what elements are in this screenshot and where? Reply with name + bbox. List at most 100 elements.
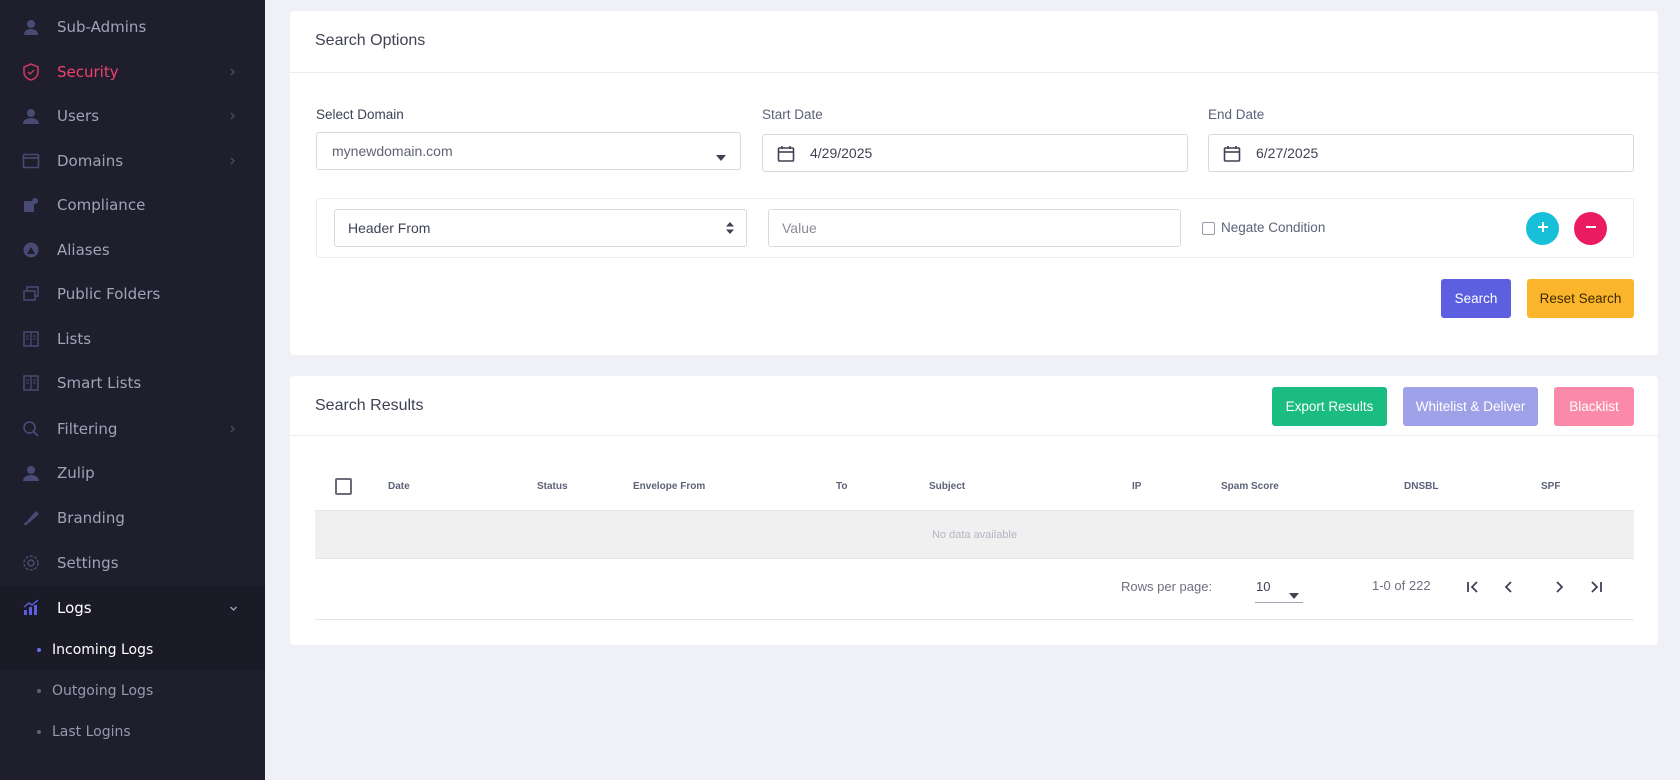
sidebar-item-label: Public Folders: [57, 285, 161, 303]
end-date-value: 6/27/2025: [1256, 145, 1319, 161]
sidebar-subitem-outgoing-logs[interactable]: Outgoing Logs: [0, 671, 265, 711]
users-icon: [20, 105, 42, 127]
first-page-icon: [1466, 580, 1480, 599]
sidebar-item-lists[interactable]: Lists: [0, 317, 265, 361]
column-header-spam-score[interactable]: Spam Score: [1221, 481, 1279, 492]
negate-checkbox[interactable]: [1202, 222, 1215, 235]
sidebar-subitem-label: Outgoing Logs: [52, 683, 154, 699]
shield-icon: [20, 61, 42, 83]
sidebar-item-label: Security: [57, 63, 119, 81]
calendar-icon: [777, 145, 795, 168]
sidebar-item-label: Lists: [57, 330, 92, 348]
start-date-field[interactable]: 4/29/2025: [762, 134, 1188, 172]
rows-per-page-select[interactable]: 10: [1255, 574, 1303, 603]
caret-down-icon: [1289, 586, 1299, 604]
sidebar-item-label: Zulip: [57, 464, 95, 482]
sidebar-item-label: Compliance: [57, 196, 146, 214]
chevron-right-icon: [227, 155, 239, 167]
blacklist-button[interactable]: Blacklist: [1554, 387, 1634, 426]
column-header-spf[interactable]: SPF: [1541, 481, 1560, 492]
folders-icon: [20, 283, 42, 305]
sidebar-item-logs[interactable]: Logs: [0, 586, 265, 630]
list-icon: [20, 328, 42, 350]
remove-condition-button[interactable]: [1574, 212, 1607, 245]
next-page-button[interactable]: [1547, 577, 1571, 601]
export-results-button[interactable]: Export Results: [1272, 387, 1387, 426]
sidebar-item-security[interactable]: Security: [0, 50, 265, 94]
sidebar-subitem-incoming-logs[interactable]: Incoming Logs: [0, 630, 265, 670]
sidebar-item-aliases[interactable]: Aliases: [0, 228, 265, 272]
chevron-right-icon: [1552, 580, 1566, 599]
column-header-ip[interactable]: IP: [1132, 481, 1141, 492]
previous-page-button[interactable]: [1497, 577, 1521, 601]
reset-search-button[interactable]: Reset Search: [1527, 279, 1634, 318]
sidebar-item-label: Smart Lists: [57, 374, 142, 392]
rows-per-page-value: 10: [1256, 579, 1271, 594]
whitelist-deliver-button[interactable]: Whitelist & Deliver: [1403, 387, 1538, 426]
column-header-status[interactable]: Status: [537, 481, 568, 492]
domain-select[interactable]: mynewdomain.com: [316, 132, 741, 170]
sidebar-item-public-folders[interactable]: Public Folders: [0, 272, 265, 316]
sidebar-item-domains[interactable]: Domains: [0, 139, 265, 183]
first-page-button[interactable]: [1461, 577, 1485, 601]
table-header: Date Status Envelope From To Subject IP …: [315, 461, 1634, 511]
sidebar-item-compliance[interactable]: Compliance: [0, 183, 265, 227]
sidebar-item-label: Domains: [57, 152, 124, 170]
gear-icon: [20, 552, 42, 574]
aliases-icon: [20, 239, 42, 261]
chevron-down-icon: [227, 602, 239, 614]
column-header-to[interactable]: To: [836, 481, 847, 492]
sidebar-item-branding[interactable]: Branding: [0, 496, 265, 540]
sidebar-item-label: Filtering: [57, 420, 118, 438]
sidebar: Sub-Admins Security Users Domains Compli…: [0, 0, 265, 780]
start-date-label: Start Date: [762, 107, 823, 122]
sidebar-item-label: Settings: [57, 554, 119, 572]
sidebar-item-users[interactable]: Users: [0, 94, 265, 138]
search-button[interactable]: Search: [1441, 279, 1511, 318]
bullet-icon: [37, 648, 41, 652]
divider: [290, 72, 1658, 73]
caret-down-icon: [716, 148, 726, 166]
select-domain-label: Select Domain: [316, 107, 404, 122]
sidebar-subitem-label: Incoming Logs: [52, 642, 154, 658]
plus-icon: [1537, 220, 1549, 238]
chevron-right-icon: [227, 110, 239, 122]
sidebar-item-filtering[interactable]: Filtering: [0, 407, 265, 451]
user-icon: [20, 16, 42, 38]
sidebar-item-label: Sub-Admins: [57, 18, 147, 36]
sidebar-item-sub-admins[interactable]: Sub-Admins: [0, 5, 265, 49]
sidebar-item-zulip[interactable]: Zulip: [0, 451, 265, 495]
sidebar-subitem-last-logins[interactable]: Last Logins: [0, 712, 265, 752]
select-all-checkbox[interactable]: [335, 478, 352, 495]
end-date-field[interactable]: 6/27/2025: [1208, 134, 1634, 172]
column-header-subject[interactable]: Subject: [929, 481, 965, 492]
empty-row: No data available: [315, 511, 1634, 559]
rows-per-page-label: Rows per page:: [1121, 579, 1213, 594]
sidebar-item-label: Aliases: [57, 241, 110, 259]
add-condition-button[interactable]: [1526, 212, 1559, 245]
condition-field-select[interactable]: Header From: [334, 209, 747, 247]
end-date-label: End Date: [1208, 107, 1265, 122]
branding-icon: [20, 507, 42, 529]
last-page-button[interactable]: [1584, 577, 1608, 601]
condition-row: Header From Value Negate Condition: [316, 198, 1634, 258]
domain-select-value: mynewdomain.com: [332, 143, 453, 159]
sidebar-item-label: Logs: [57, 599, 92, 617]
negate-condition-label: Negate Condition: [1221, 220, 1326, 235]
value-input[interactable]: Value: [768, 209, 1181, 247]
sidebar-item-smart-lists[interactable]: Smart Lists: [0, 361, 265, 405]
bullet-icon: [37, 689, 41, 693]
chevron-right-icon: [227, 423, 239, 435]
calendar-icon: [1223, 145, 1241, 168]
list-icon: [20, 372, 42, 394]
compliance-icon: [20, 194, 42, 216]
column-header-date[interactable]: Date: [388, 481, 410, 492]
minus-icon: [1585, 220, 1597, 238]
page-info: 1-0 of 222: [1372, 578, 1431, 593]
column-header-envelope-from[interactable]: Envelope From: [633, 481, 705, 492]
no-data-text: No data available: [931, 528, 1017, 541]
sidebar-item-settings[interactable]: Settings: [0, 541, 265, 585]
chevron-left-icon: [1502, 580, 1516, 599]
sidebar-item-label: Branding: [57, 509, 125, 527]
column-header-dnsbl[interactable]: DNSBL: [1404, 481, 1438, 492]
